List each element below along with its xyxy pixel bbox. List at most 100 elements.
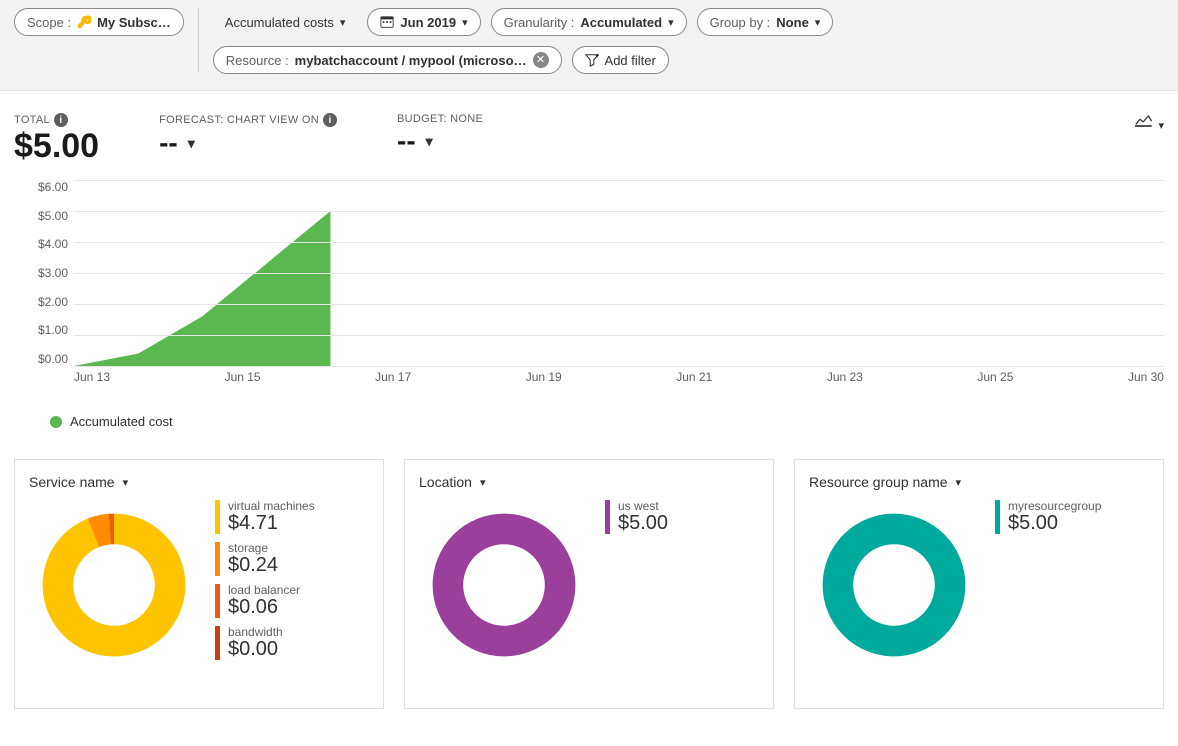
resource-label: Resource : xyxy=(226,53,289,68)
y-tick: $4.00 xyxy=(14,237,68,251)
scope-value: My Subsc… xyxy=(97,15,171,30)
filters-rows: Accumulated costs ▾ Jun 2019 ▾ Granulari… xyxy=(213,8,834,74)
resource-filter-pill[interactable]: Resource : mybatchaccount / mypool (micr… xyxy=(213,46,562,74)
plot-area xyxy=(74,180,1164,366)
groupby-label: Group by : xyxy=(710,15,771,30)
legend-item-name: load balancer xyxy=(228,584,315,596)
grid-line xyxy=(74,242,1164,243)
card-title-resourcegroup[interactable]: Resource group name ▾ xyxy=(809,474,1149,490)
chart-type-toggle[interactable]: ▾ xyxy=(1135,113,1164,132)
filter-icon xyxy=(585,53,599,67)
legend-service: virtual machines$4.71 storage$0.24 load ba… xyxy=(215,500,315,666)
add-filter-button[interactable]: Add filter xyxy=(572,46,669,74)
scope-pill[interactable]: Scope : My Subsc… xyxy=(14,8,184,36)
granularity-pill[interactable]: Granularity : Accumulated ▾ xyxy=(491,8,687,36)
y-tick: $2.00 xyxy=(14,295,68,309)
scope-label: Scope : xyxy=(27,15,71,30)
x-axis: Jun 13 Jun 15 Jun 17 Jun 19 Jun 21 Jun 23 Jun … xyxy=(74,370,1164,390)
x-tick: Jun 13 xyxy=(74,370,110,390)
forecast-value: -- xyxy=(159,127,178,159)
groupby-value: None xyxy=(776,15,809,30)
grid-line xyxy=(74,211,1164,212)
legend-label: Accumulated cost xyxy=(70,414,173,429)
budget-metric: BUDGET: NONE -- ▾ xyxy=(397,113,483,166)
donut-resourcegroup xyxy=(809,500,979,670)
legend-location: us west$5.00 xyxy=(605,500,668,540)
x-tick: Jun 23 xyxy=(827,370,863,390)
date-pill[interactable]: Jun 2019 ▾ xyxy=(367,8,480,36)
legend-item-name: virtual machines xyxy=(228,500,315,512)
grid-line xyxy=(74,180,1164,181)
chevron-down-icon[interactable]: ▾ xyxy=(426,133,433,150)
view-label: Accumulated costs xyxy=(225,15,334,30)
legend-item: load balancer$0.06 xyxy=(215,584,315,618)
close-icon[interactable]: ✕ xyxy=(533,52,549,68)
legend-item-value: $0.06 xyxy=(228,596,315,618)
card-title-location[interactable]: Location ▾ xyxy=(419,474,759,490)
main-chart: $6.00$5.00$4.00$3.00$2.00$1.00$0.00 Jun … xyxy=(0,166,1178,390)
card-resourcegroup: Resource group name ▾ myresourcegroup$5.… xyxy=(794,459,1164,709)
legend-item-name: storage xyxy=(228,542,315,554)
total-value: $5.00 xyxy=(14,127,99,166)
card-title-service[interactable]: Service name ▾ xyxy=(29,474,369,490)
legend-item-value: $5.00 xyxy=(618,512,668,534)
legend-item-value: $0.24 xyxy=(228,554,315,576)
card-service: Service name ▾ virtual machines$4.71 stor… xyxy=(14,459,384,709)
legend-item-value: $0.00 xyxy=(228,638,315,660)
legend-dot xyxy=(50,416,62,428)
legend-item-name: bandwidth xyxy=(228,626,315,638)
x-tick: Jun 17 xyxy=(375,370,411,390)
grid-line xyxy=(74,304,1164,305)
chevron-down-icon[interactable]: ▾ xyxy=(188,135,195,152)
x-tick: Jun 21 xyxy=(676,370,712,390)
view-dropdown[interactable]: Accumulated costs ▾ xyxy=(213,8,358,36)
total-metric: TOTAL i $5.00 xyxy=(14,113,99,166)
x-tick: Jun 15 xyxy=(225,370,261,390)
budget-label: BUDGET: NONE xyxy=(397,113,483,125)
chevron-down-icon: ▾ xyxy=(1158,120,1164,132)
info-icon[interactable]: i xyxy=(54,113,68,127)
legend-item-value: $5.00 xyxy=(1008,512,1101,534)
chevron-down-icon: ▾ xyxy=(480,476,486,489)
date-value: Jun 2019 xyxy=(400,15,456,30)
info-icon[interactable]: i xyxy=(323,113,337,127)
x-tick: Jun 19 xyxy=(526,370,562,390)
calendar-icon xyxy=(380,15,394,29)
legend-item-name: us west xyxy=(618,500,668,512)
groupby-pill[interactable]: Group by : None ▾ xyxy=(697,8,834,36)
legend-item: virtual machines$4.71 xyxy=(215,500,315,534)
granularity-label: Granularity : xyxy=(504,15,575,30)
legend-resourcegroup: myresourcegroup$5.00 xyxy=(995,500,1101,540)
chevron-down-icon: ▾ xyxy=(668,16,674,29)
x-tick: Jun 25 xyxy=(977,370,1013,390)
summary-row: TOTAL i $5.00 FORECAST: CHART VIEW ON i … xyxy=(0,91,1178,166)
card-location: Location ▾ us west$5.00 xyxy=(404,459,774,709)
legend-item: us west$5.00 xyxy=(605,500,668,534)
grid-line xyxy=(74,273,1164,274)
resource-value: mybatchaccount / mypool (microso… xyxy=(295,53,527,68)
grid-line xyxy=(74,366,1164,367)
filter-bar: Scope : My Subsc… Accumulated costs ▾ Ju… xyxy=(0,0,1178,91)
y-axis: $6.00$5.00$4.00$3.00$2.00$1.00$0.00 xyxy=(14,180,74,366)
legend-item-name: myresourcegroup xyxy=(1008,500,1101,512)
legend-item: storage$0.24 xyxy=(215,542,315,576)
donut-service xyxy=(29,500,199,670)
chart-legend: Accumulated cost xyxy=(0,390,1178,429)
legend-item-value: $4.71 xyxy=(228,512,315,534)
total-label: TOTAL xyxy=(14,114,50,126)
add-filter-label: Add filter xyxy=(605,53,656,68)
x-tick: Jun 30 xyxy=(1128,370,1164,390)
chevron-down-icon: ▾ xyxy=(956,476,962,489)
y-tick: $0.00 xyxy=(14,352,68,366)
y-tick: $6.00 xyxy=(14,180,68,194)
forecast-metric: FORECAST: CHART VIEW ON i -- ▾ xyxy=(159,113,337,166)
forecast-label: FORECAST: CHART VIEW ON xyxy=(159,114,319,126)
grid-line xyxy=(74,335,1164,336)
chevron-down-icon: ▾ xyxy=(462,16,468,29)
donut-location xyxy=(419,500,589,670)
key-icon xyxy=(77,15,91,29)
y-tick: $3.00 xyxy=(14,266,68,280)
granularity-value: Accumulated xyxy=(580,15,662,30)
budget-value: -- xyxy=(397,125,416,157)
legend-item: bandwidth$0.00 xyxy=(215,626,315,660)
